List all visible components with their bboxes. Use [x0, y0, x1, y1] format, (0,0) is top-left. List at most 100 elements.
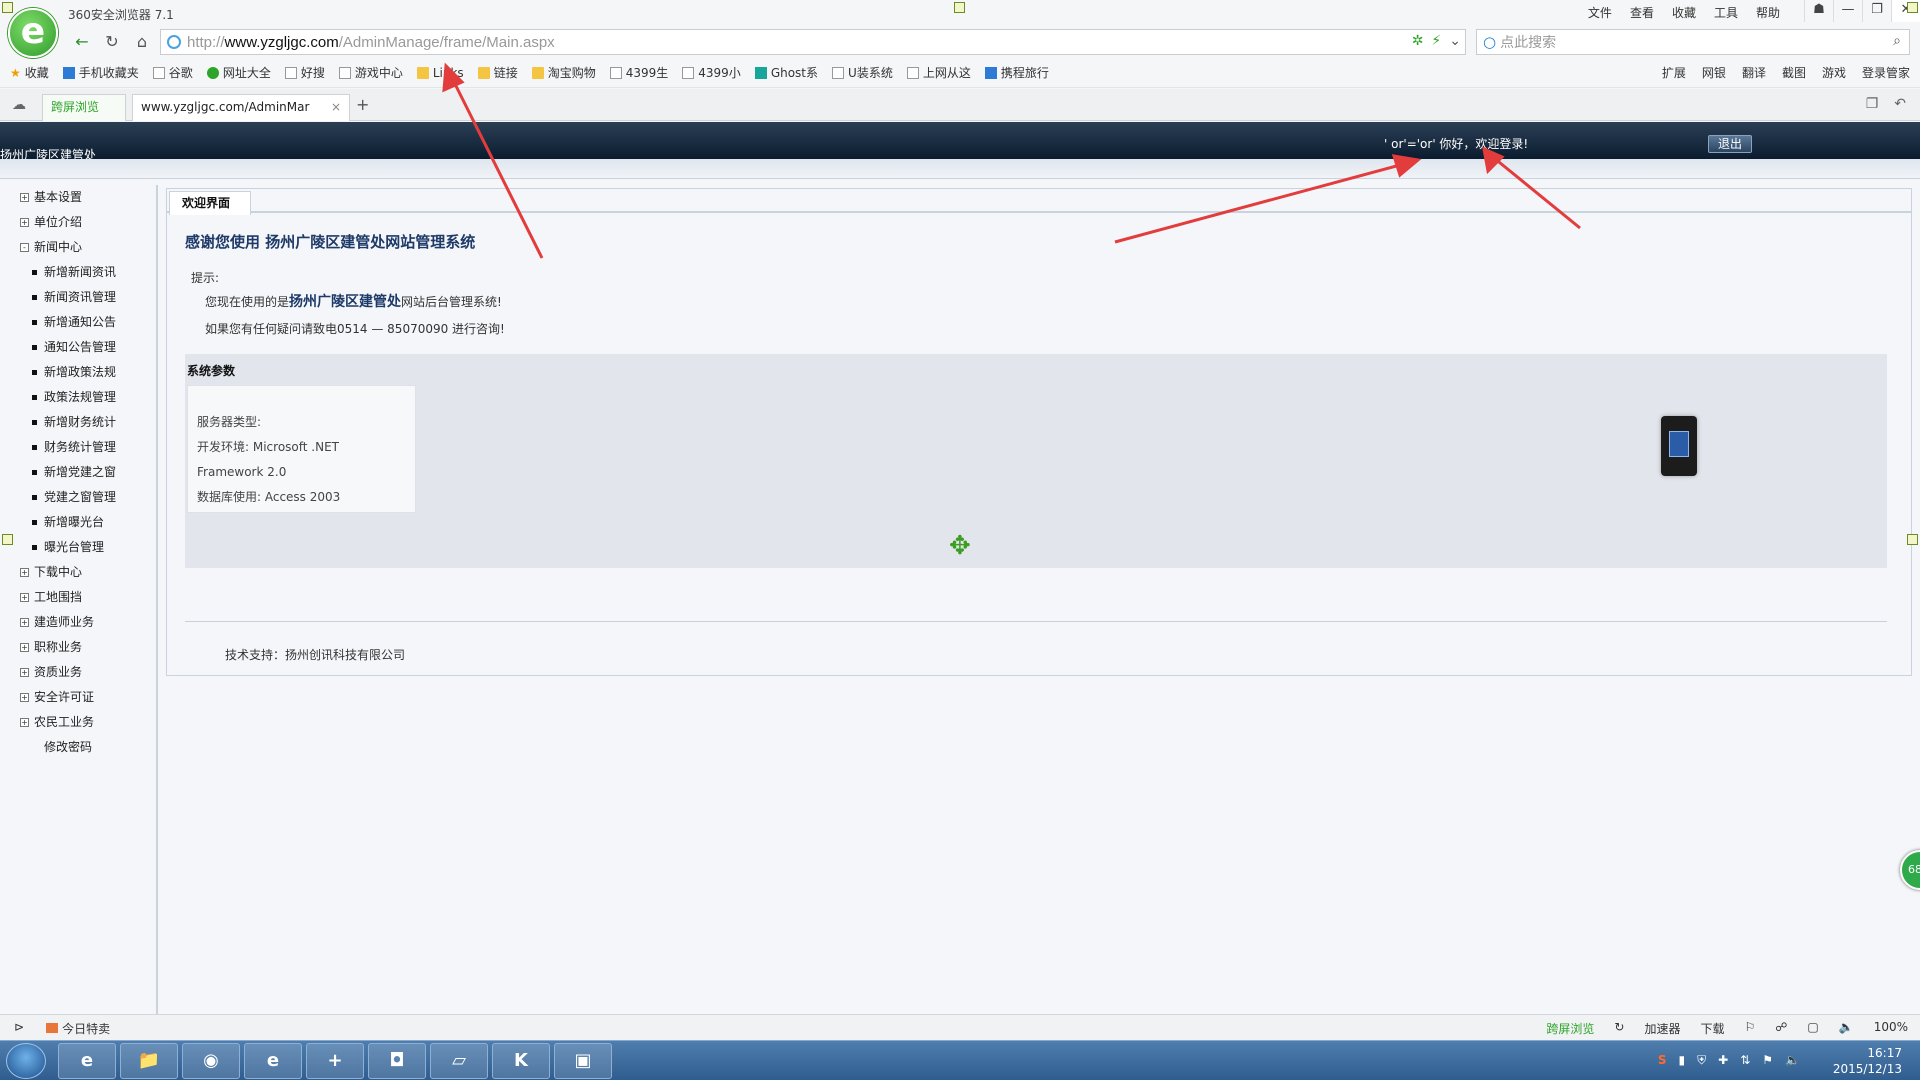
cloud-icon[interactable]: ☁ [12, 97, 26, 113]
expand-icon[interactable]: + [20, 193, 29, 202]
bookmark-item[interactable]: 好搜 [284, 64, 325, 81]
minimize-button[interactable]: — [1833, 0, 1862, 22]
expand-icon[interactable]: + [20, 643, 29, 652]
undo-close-icon[interactable]: ↶ [1894, 96, 1906, 112]
toolbar-tool[interactable]: 登录管家 [1862, 64, 1910, 81]
speed-icon[interactable]: ⚡ [1431, 33, 1441, 49]
bookmark-item[interactable]: Ghost系 [754, 64, 818, 81]
security-icon[interactable]: ✲ [1412, 33, 1424, 49]
statusbar-tool[interactable]: ▢ [1807, 1020, 1818, 1037]
shield-icon[interactable]: ⛨ [1697, 1053, 1706, 1068]
new-tab-button[interactable]: + [356, 95, 369, 114]
bookmark-item[interactable]: 4399小 [682, 64, 741, 81]
bookmark-item[interactable]: ★ 收藏 [10, 64, 49, 81]
refresh-icon[interactable]: ↻ [102, 32, 122, 52]
sidebar-item[interactable]: 新增财务统计 [0, 410, 156, 435]
statusbar-tool[interactable]: 100% [1874, 1020, 1908, 1037]
expand-icon[interactable]: + [20, 718, 29, 727]
statusbar-tool[interactable]: 跨屏浏览 [1546, 1020, 1594, 1037]
taskbar-clock[interactable]: 16:17 2015/12/13 [1833, 1045, 1902, 1077]
skin-icon[interactable]: ☗ [1804, 0, 1833, 22]
sidebar-item[interactable]: 通知公告管理 [0, 335, 156, 360]
start-button[interactable] [6, 1043, 46, 1079]
tab-welcome[interactable]: 欢迎界面 [169, 191, 251, 215]
sidebar-item[interactable]: + 职称业务 [0, 635, 156, 660]
sidebar-item[interactable]: 财务统计管理 [0, 435, 156, 460]
taskbar-app-button[interactable]: K [492, 1043, 550, 1079]
sidebar-item[interactable]: + 安全许可证 [0, 685, 156, 710]
sidebar-item[interactable]: + 资质业务 [0, 660, 156, 685]
chevron-down-icon[interactable]: ⌄ [1449, 33, 1461, 49]
flag-icon[interactable]: ⚑ [1762, 1053, 1773, 1068]
sidebar-item[interactable]: 党建之窗管理 [0, 485, 156, 510]
menu-item-favorites[interactable]: 收藏 [1672, 4, 1696, 21]
bookmark-item[interactable]: 链接 [477, 64, 518, 81]
bookmark-item[interactable]: 上网从这 [906, 64, 971, 81]
address-bar[interactable]: http://www.yzgljgc.com/AdminManage/frame… [160, 29, 1466, 55]
sidebar-toggle-icon[interactable]: ⊳ [14, 1020, 24, 1037]
taskbar-app-button[interactable]: e [244, 1043, 302, 1079]
taskbar-app-button[interactable]: 📁 [120, 1043, 178, 1079]
menu-item-tools[interactable]: 工具 [1714, 4, 1738, 21]
sidebar-item[interactable]: + 工地围挡 [0, 585, 156, 610]
expand-icon[interactable]: + [20, 693, 29, 702]
move-icon[interactable]: ✥ [949, 531, 971, 561]
network-icon[interactable]: ⇅ [1740, 1053, 1750, 1068]
back-icon[interactable]: ← [72, 32, 92, 52]
toolbar-tool[interactable]: 翻译 [1742, 64, 1766, 81]
expand-icon[interactable]: + [20, 593, 29, 602]
expand-icon[interactable]: + [20, 668, 29, 677]
taskbar-app-button[interactable]: ▣ [554, 1043, 612, 1079]
tab-split-browse[interactable]: 跨屏浏览 [42, 94, 126, 121]
bookmark-item[interactable]: 谷歌 [152, 64, 193, 81]
statusbar-tool[interactable]: 🔈 [1839, 1020, 1854, 1037]
search-icon[interactable]: ⌕ [1893, 33, 1901, 49]
expand-icon[interactable]: + [20, 568, 29, 577]
sidebar-item[interactable]: 曝光台管理 [0, 535, 156, 560]
expand-icon[interactable]: + [20, 618, 29, 627]
toolbar-tool[interactable]: 扩展 [1662, 64, 1686, 81]
sidebar-item[interactable]: 新增政策法规 [0, 360, 156, 385]
toolbar-tool[interactable]: 游戏 [1822, 64, 1846, 81]
statusbar-tool[interactable]: ↻ [1614, 1020, 1624, 1037]
restore-tabs-icon[interactable]: ❐ [1866, 96, 1879, 112]
bookmark-item[interactable]: 4399生 [609, 64, 668, 81]
taskbar-app-button[interactable]: ▱ [430, 1043, 488, 1079]
phone-icon[interactable] [1661, 416, 1697, 476]
statusbar-tool[interactable]: ☍ [1775, 1020, 1787, 1037]
bookmark-item[interactable]: Links [416, 66, 464, 80]
sidebar-item[interactable]: 新增党建之窗 [0, 460, 156, 485]
taskbar-app-button[interactable]: e [58, 1043, 116, 1079]
sidebar-item[interactable]: + 农民工业务 [0, 710, 156, 735]
toolbar-tool[interactable]: 网银 [1702, 64, 1726, 81]
sidebar-item[interactable]: + 基本设置 [0, 185, 156, 210]
daily-deal-link[interactable]: 今日特卖 [46, 1020, 110, 1037]
maximize-button[interactable]: ❐ [1862, 0, 1891, 22]
statusbar-tool[interactable]: ⚐ [1744, 1020, 1755, 1037]
battery-icon[interactable]: ▮ [1679, 1053, 1686, 1068]
menu-item-view[interactable]: 查看 [1630, 4, 1654, 21]
tab-current[interactable]: www.yzgljgc.com/AdminMar × [132, 94, 350, 121]
menu-item-help[interactable]: 帮助 [1756, 4, 1780, 21]
expand-icon[interactable]: + [20, 218, 29, 227]
sidebar-item[interactable]: + 下载中心 [0, 560, 156, 585]
sidebar-item[interactable]: + 建造师业务 [0, 610, 156, 635]
search-box[interactable]: ○ 点此搜索 ⌕ [1476, 29, 1910, 55]
collapse-icon[interactable]: - [20, 243, 29, 252]
statusbar-tool[interactable]: 加速器 [1644, 1020, 1680, 1037]
sidebar-item[interactable]: - 新闻中心 [0, 235, 156, 260]
search-engine-icon[interactable]: ○ [1483, 33, 1496, 51]
taskbar-app-button[interactable]: ◉ [182, 1043, 240, 1079]
toolbar-tool[interactable]: 截图 [1782, 64, 1806, 81]
bookmark-item[interactable]: 网址大全 [206, 64, 271, 81]
bookmark-item[interactable]: 手机收藏夹 [62, 64, 139, 81]
sidebar-item[interactable]: 新增新闻资讯 [0, 260, 156, 285]
sidebar-item[interactable]: 新增曝光台 [0, 510, 156, 535]
taskbar-app-button[interactable]: + [306, 1043, 364, 1079]
home-icon[interactable]: ⌂ [132, 32, 152, 52]
speaker-icon[interactable]: 🔈 [1785, 1053, 1800, 1068]
menu-item-file[interactable]: 文件 [1588, 4, 1612, 21]
statusbar-tool[interactable]: 下载 [1700, 1020, 1724, 1037]
bookmark-item[interactable]: 游戏中心 [338, 64, 403, 81]
tab-close-icon[interactable]: × [331, 95, 341, 120]
